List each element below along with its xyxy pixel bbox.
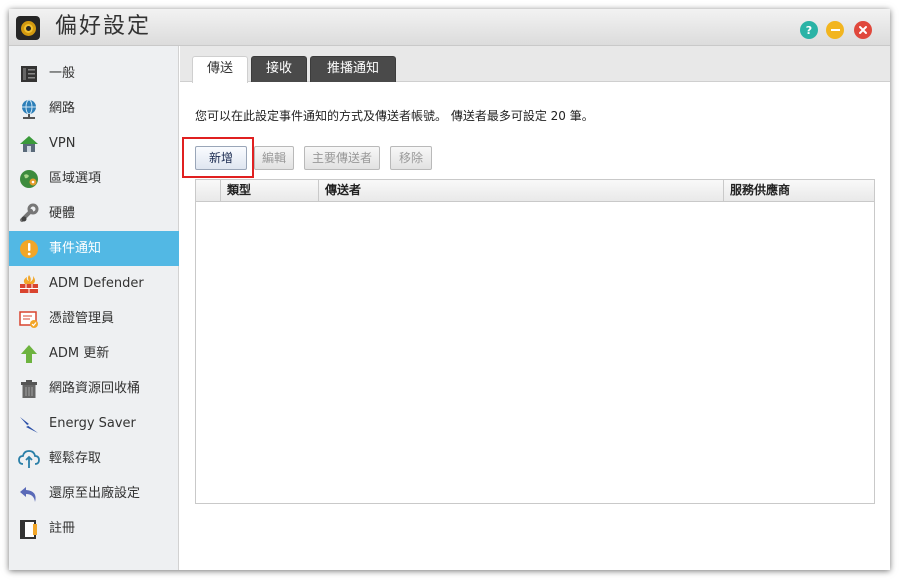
hardware-wrench-icon: [18, 203, 40, 225]
sidebar-item-label: 區域選項: [49, 171, 102, 186]
description-text: 您可以在此設定事件通知的方式及傳送者帳號。 傳送者最多可設定 20 筆。: [195, 109, 594, 123]
sidebar-item-regional-options[interactable]: 區域選項: [9, 161, 179, 196]
sidebar-item-certificate-manager[interactable]: 憑證管理員: [9, 301, 179, 336]
sidebar-item-ez-connect[interactable]: 輕鬆存取: [9, 441, 179, 476]
sidebar-item-event-notification[interactable]: 事件通知: [9, 231, 179, 266]
sidebar-item-adm-update[interactable]: ADM 更新: [9, 336, 179, 371]
register-icon: [18, 518, 40, 540]
energy-bolt-icon: [18, 413, 40, 435]
sidebar-item-energy-saver[interactable]: Energy Saver: [9, 406, 179, 441]
sidebar-item-adm-defender[interactable]: ADM Defender: [9, 266, 179, 301]
restore-arrow-icon: [18, 483, 40, 505]
sidebar-item-label: 事件通知: [49, 241, 102, 256]
table-header: 類型 傳送者 服務供應商: [196, 180, 874, 202]
primary-sender-button[interactable]: 主要傳送者: [304, 146, 380, 170]
help-button[interactable]: ?: [800, 21, 818, 39]
edit-button[interactable]: 編輯: [254, 146, 294, 170]
sidebar-item-label: 硬體: [49, 206, 76, 221]
sidebar-item-general[interactable]: 一般: [9, 56, 179, 91]
column-header-provider[interactable]: 服務供應商: [723, 180, 874, 202]
preferences-window: 偏好設定 ? 一般 網路 VPN 區域選項 硬體 事件通知 ADM Defend…: [9, 9, 890, 570]
preferences-gear-icon: [16, 16, 40, 40]
certificate-icon: [18, 308, 40, 330]
window-title: 偏好設定: [55, 14, 152, 39]
close-icon: [859, 26, 867, 34]
sidebar-item-factory-reset[interactable]: 還原至出廠設定: [9, 476, 179, 511]
highlight-box: [182, 137, 254, 178]
main-content: 傳送 接收 推播通知 您可以在此設定事件通知的方式及傳送者帳號。 傳送者最多可設…: [180, 46, 890, 570]
sidebar-item-label: VPN: [49, 136, 76, 151]
sidebar: 一般 網路 VPN 區域選項 硬體 事件通知 ADM Defender 憑證管理…: [9, 46, 179, 570]
minimize-button[interactable]: [826, 21, 844, 39]
sidebar-item-label: 輕鬆存取: [49, 451, 102, 466]
sidebar-item-hardware[interactable]: 硬體: [9, 196, 179, 231]
tab-push-notification[interactable]: 推播通知: [310, 56, 396, 82]
sidebar-item-label: ADM Defender: [49, 276, 144, 291]
remove-button[interactable]: 移除: [390, 146, 432, 170]
title-bar: 偏好設定 ?: [9, 9, 890, 46]
column-header-select[interactable]: [196, 180, 220, 202]
sidebar-item-network[interactable]: 網路: [9, 91, 179, 126]
sidebar-item-label: 憑證管理員: [49, 311, 115, 326]
sidebar-item-label: Energy Saver: [49, 416, 136, 431]
vpn-house-icon: [18, 133, 40, 155]
tab-receive[interactable]: 接收: [251, 56, 307, 82]
trash-bin-icon: [18, 378, 40, 400]
tab-send[interactable]: 傳送: [192, 56, 248, 83]
firewall-icon: [18, 273, 40, 295]
update-arrow-icon: [18, 343, 40, 365]
sidebar-item-label: ADM 更新: [49, 346, 110, 361]
column-header-sender[interactable]: 傳送者: [318, 180, 723, 202]
sidebar-item-label: 網路資源回收桶: [49, 381, 141, 396]
sidebar-item-registration[interactable]: 註冊: [9, 511, 179, 546]
sidebar-item-label: 還原至出廠設定: [49, 486, 141, 501]
sidebar-item-network-recycle-bin[interactable]: 網路資源回收桶: [9, 371, 179, 406]
cloud-upload-icon: [18, 448, 40, 470]
globe-icon: [18, 98, 40, 120]
sidebar-item-label: 網路: [49, 101, 76, 116]
sidebar-item-label: 一般: [49, 66, 76, 81]
column-header-type[interactable]: 類型: [220, 180, 318, 202]
sidebar-item-label: 註冊: [49, 521, 76, 536]
close-button[interactable]: [854, 21, 872, 39]
tab-bar: 傳送 接收 推播通知: [180, 46, 890, 83]
sidebar-item-vpn[interactable]: VPN: [9, 126, 179, 161]
region-globe-icon: [18, 168, 40, 190]
server-icon: [18, 63, 40, 85]
senders-table[interactable]: 類型 傳送者 服務供應商: [195, 179, 875, 504]
alert-icon: [18, 238, 40, 260]
